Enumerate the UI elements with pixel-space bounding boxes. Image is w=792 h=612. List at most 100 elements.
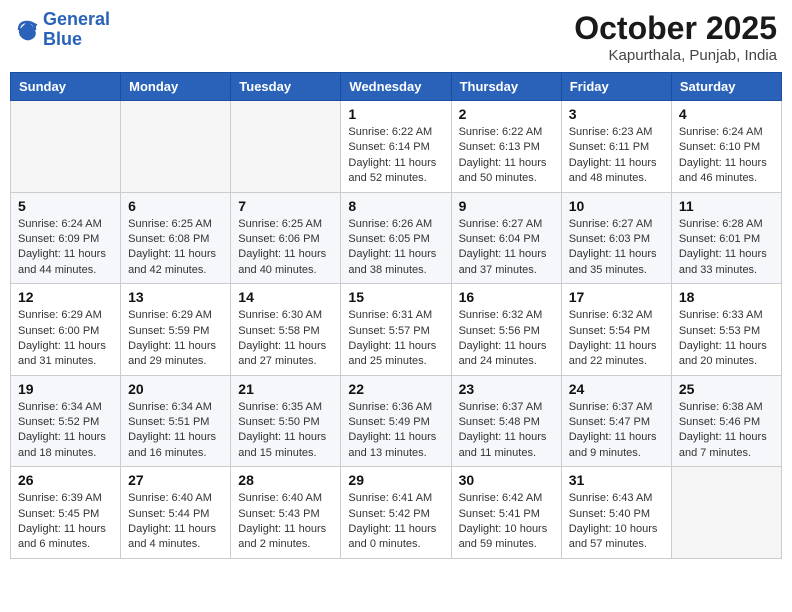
calendar-cell: 8 Sunrise: 6:26 AM Sunset: 6:05 PM Daylig… <box>341 192 451 284</box>
page-header: General Blue October 2025 Kapurthala, Pu… <box>10 10 782 64</box>
day-info: Sunrise: 6:40 AM Sunset: 5:43 PM Dayligh… <box>238 491 333 553</box>
day-number: 4 <box>679 106 774 122</box>
calendar-cell <box>231 101 341 193</box>
day-info: Sunrise: 6:34 AM Sunset: 5:52 PM Dayligh… <box>18 400 113 462</box>
day-info: Sunrise: 6:26 AM Sunset: 6:05 PM Dayligh… <box>348 217 443 279</box>
calendar-cell: 7 Sunrise: 6:25 AM Sunset: 6:06 PM Daylig… <box>231 192 341 284</box>
day-info: Sunrise: 6:24 AM Sunset: 6:09 PM Dayligh… <box>18 217 113 279</box>
calendar-cell <box>121 101 231 193</box>
day-info: Sunrise: 6:35 AM Sunset: 5:50 PM Dayligh… <box>238 400 333 462</box>
day-number: 18 <box>679 289 774 305</box>
day-number: 26 <box>18 472 113 488</box>
calendar-cell: 27Sunrise: 6:40 AM Sunset: 5:44 PM Dayli… <box>121 467 231 559</box>
day-info: Sunrise: 6:37 AM Sunset: 5:47 PM Dayligh… <box>569 400 664 462</box>
day-info: Sunrise: 6:22 AM Sunset: 6:13 PM Dayligh… <box>459 125 554 187</box>
calendar-cell: 17 Sunrise: 6:32 AM Sunset: 5:54 PM Dayli… <box>561 284 671 376</box>
calendar-cell: 25 Sunrise: 6:38 AM Sunset: 5:46 PM Dayli… <box>671 375 781 467</box>
day-info: Sunrise: 6:42 AM Sunset: 5:41 PM Dayligh… <box>459 491 554 553</box>
day-info: Sunrise: 6:29 AM Sunset: 6:00 PM Dayligh… <box>18 308 113 370</box>
day-info: Sunrise: 6:38 AM Sunset: 5:46 PM Dayligh… <box>679 400 774 462</box>
day-number: 30 <box>459 472 554 488</box>
calendar-cell: 5 Sunrise: 6:24 AM Sunset: 6:09 PM Daylig… <box>11 192 121 284</box>
day-number: 17 <box>569 289 664 305</box>
day-header-monday: Monday <box>121 73 231 101</box>
day-number: 19 <box>18 381 113 397</box>
day-number: 23 <box>459 381 554 397</box>
day-header-wednesday: Wednesday <box>341 73 451 101</box>
calendar-cell: 26Sunrise: 6:39 AM Sunset: 5:45 PM Dayli… <box>11 467 121 559</box>
day-number: 1 <box>348 106 443 122</box>
calendar-cell: 12Sunrise: 6:29 AM Sunset: 6:00 PM Dayli… <box>11 284 121 376</box>
month-title: October 2025 <box>574 10 777 47</box>
day-info: Sunrise: 6:32 AM Sunset: 5:56 PM Dayligh… <box>459 308 554 370</box>
logo: General Blue <box>15 10 110 50</box>
calendar-week-row: 19 Sunrise: 6:34 AM Sunset: 5:52 PM Dayli… <box>11 375 782 467</box>
calendar-cell: 21 Sunrise: 6:35 AM Sunset: 5:50 PM Dayli… <box>231 375 341 467</box>
day-number: 21 <box>238 381 333 397</box>
calendar-cell: 9 Sunrise: 6:27 AM Sunset: 6:04 PM Daylig… <box>451 192 561 284</box>
calendar-cell <box>11 101 121 193</box>
day-number: 5 <box>18 198 113 214</box>
calendar-cell: 28 Sunrise: 6:40 AM Sunset: 5:43 PM Dayli… <box>231 467 341 559</box>
title-block: October 2025 Kapurthala, Punjab, India <box>574 10 777 64</box>
day-number: 31 <box>569 472 664 488</box>
day-number: 15 <box>348 289 443 305</box>
day-number: 24 <box>569 381 664 397</box>
calendar-week-row: 26Sunrise: 6:39 AM Sunset: 5:45 PM Dayli… <box>11 467 782 559</box>
day-header-sunday: Sunday <box>11 73 121 101</box>
calendar-cell: 4 Sunrise: 6:24 AM Sunset: 6:10 PM Daylig… <box>671 101 781 193</box>
day-number: 2 <box>459 106 554 122</box>
calendar-cell: 20 Sunrise: 6:34 AM Sunset: 5:51 PM Dayli… <box>121 375 231 467</box>
day-info: Sunrise: 6:43 AM Sunset: 5:40 PM Dayligh… <box>569 491 664 553</box>
day-info: Sunrise: 6:24 AM Sunset: 6:10 PM Dayligh… <box>679 125 774 187</box>
day-info: Sunrise: 6:28 AM Sunset: 6:01 PM Dayligh… <box>679 217 774 279</box>
day-info: Sunrise: 6:29 AM Sunset: 5:59 PM Dayligh… <box>128 308 223 370</box>
calendar-cell: 18 Sunrise: 6:33 AM Sunset: 5:53 PM Dayli… <box>671 284 781 376</box>
day-number: 29 <box>348 472 443 488</box>
calendar-cell: 30 Sunrise: 6:42 AM Sunset: 5:41 PM Dayli… <box>451 467 561 559</box>
day-header-friday: Friday <box>561 73 671 101</box>
day-number: 13 <box>128 289 223 305</box>
day-number: 22 <box>348 381 443 397</box>
location-subtitle: Kapurthala, Punjab, India <box>574 47 777 64</box>
calendar-week-row: 5 Sunrise: 6:24 AM Sunset: 6:09 PM Daylig… <box>11 192 782 284</box>
day-header-tuesday: Tuesday <box>231 73 341 101</box>
day-number: 20 <box>128 381 223 397</box>
calendar-cell: 31 Sunrise: 6:43 AM Sunset: 5:40 PM Dayli… <box>561 467 671 559</box>
day-info: Sunrise: 6:36 AM Sunset: 5:49 PM Dayligh… <box>348 400 443 462</box>
calendar-cell: 13 Sunrise: 6:29 AM Sunset: 5:59 PM Dayli… <box>121 284 231 376</box>
logo-text: General Blue <box>43 10 110 50</box>
day-number: 9 <box>459 198 554 214</box>
day-info: Sunrise: 6:23 AM Sunset: 6:11 PM Dayligh… <box>569 125 664 187</box>
calendar-cell: 16 Sunrise: 6:32 AM Sunset: 5:56 PM Dayli… <box>451 284 561 376</box>
calendar-cell: 3Sunrise: 6:23 AM Sunset: 6:11 PM Daylig… <box>561 101 671 193</box>
calendar-cell: 24 Sunrise: 6:37 AM Sunset: 5:47 PM Dayli… <box>561 375 671 467</box>
calendar-cell: 19 Sunrise: 6:34 AM Sunset: 5:52 PM Dayli… <box>11 375 121 467</box>
day-info: Sunrise: 6:37 AM Sunset: 5:48 PM Dayligh… <box>459 400 554 462</box>
day-info: Sunrise: 6:27 AM Sunset: 6:04 PM Dayligh… <box>459 217 554 279</box>
logo-icon <box>15 18 39 42</box>
calendar-cell: 14Sunrise: 6:30 AM Sunset: 5:58 PM Dayli… <box>231 284 341 376</box>
day-number: 16 <box>459 289 554 305</box>
calendar-cell: 23 Sunrise: 6:37 AM Sunset: 5:48 PM Dayli… <box>451 375 561 467</box>
day-info: Sunrise: 6:32 AM Sunset: 5:54 PM Dayligh… <box>569 308 664 370</box>
day-number: 11 <box>679 198 774 214</box>
calendar-week-row: 12Sunrise: 6:29 AM Sunset: 6:00 PM Dayli… <box>11 284 782 376</box>
day-info: Sunrise: 6:27 AM Sunset: 6:03 PM Dayligh… <box>569 217 664 279</box>
day-number: 8 <box>348 198 443 214</box>
day-number: 10 <box>569 198 664 214</box>
day-number: 28 <box>238 472 333 488</box>
day-info: Sunrise: 6:33 AM Sunset: 5:53 PM Dayligh… <box>679 308 774 370</box>
calendar-cell: 22 Sunrise: 6:36 AM Sunset: 5:49 PM Dayli… <box>341 375 451 467</box>
calendar-cell: 6Sunrise: 6:25 AM Sunset: 6:08 PM Daylig… <box>121 192 231 284</box>
day-number: 25 <box>679 381 774 397</box>
calendar-cell: 11 Sunrise: 6:28 AM Sunset: 6:01 PM Dayli… <box>671 192 781 284</box>
day-info: Sunrise: 6:25 AM Sunset: 6:06 PM Dayligh… <box>238 217 333 279</box>
day-number: 7 <box>238 198 333 214</box>
day-info: Sunrise: 6:34 AM Sunset: 5:51 PM Dayligh… <box>128 400 223 462</box>
calendar-cell: 1Sunrise: 6:22 AM Sunset: 6:14 PM Daylig… <box>341 101 451 193</box>
day-number: 27 <box>128 472 223 488</box>
calendar-cell: 29Sunrise: 6:41 AM Sunset: 5:42 PM Dayli… <box>341 467 451 559</box>
day-header-saturday: Saturday <box>671 73 781 101</box>
day-number: 6 <box>128 198 223 214</box>
